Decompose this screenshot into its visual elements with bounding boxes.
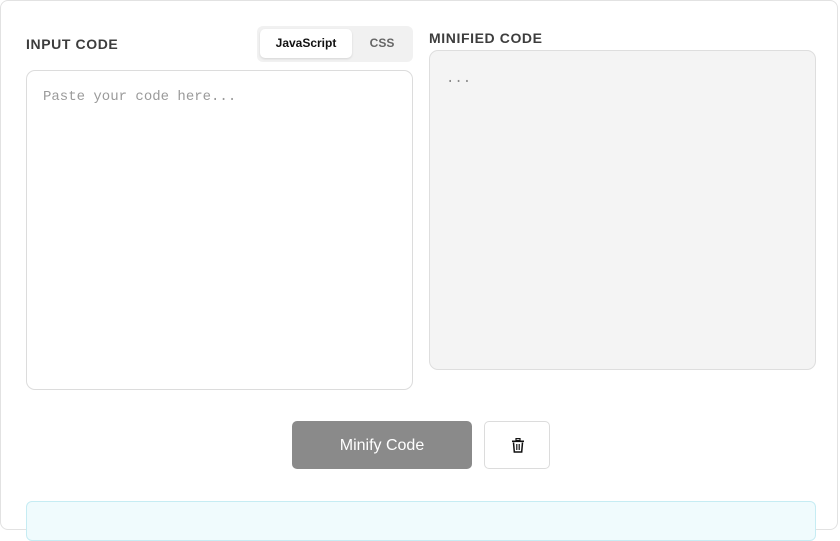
- minified-code-output[interactable]: ...: [429, 50, 816, 370]
- code-input-field[interactable]: [26, 70, 413, 390]
- info-box: [26, 501, 816, 541]
- language-toggle: JavaScript CSS: [257, 26, 413, 62]
- language-option-css[interactable]: CSS: [355, 29, 409, 58]
- language-option-javascript[interactable]: JavaScript: [260, 29, 352, 58]
- clear-button[interactable]: [484, 421, 550, 469]
- minifier-card: INPUT CODE JavaScript CSS MINIFIED CODE …: [0, 0, 838, 541]
- input-code-label: INPUT CODE: [26, 36, 119, 52]
- trash-icon: [512, 438, 524, 453]
- minify-button[interactable]: Minify Code: [292, 421, 472, 469]
- minified-code-label: MINIFIED CODE: [429, 30, 543, 46]
